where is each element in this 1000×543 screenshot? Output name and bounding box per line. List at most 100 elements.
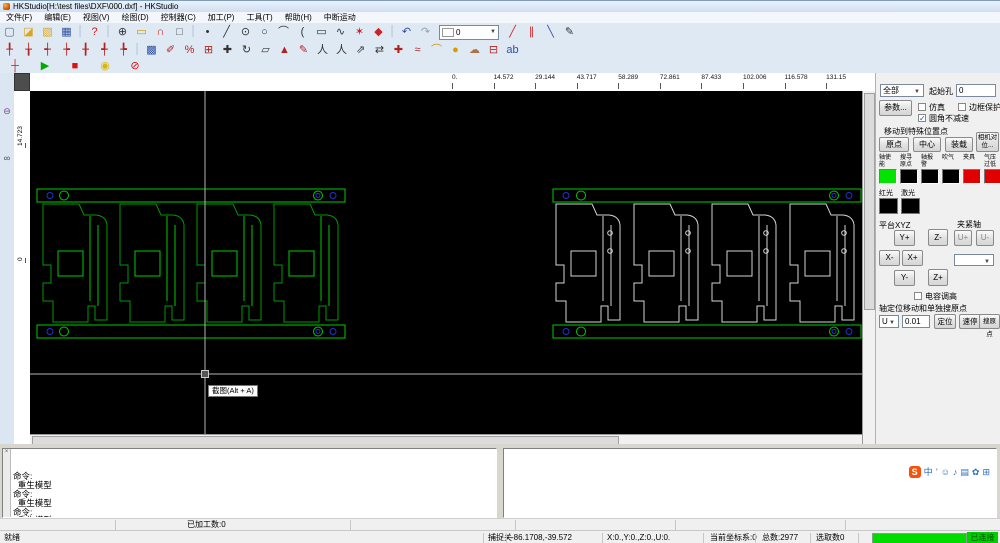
disable-icon[interactable]: ⊘ [124,59,146,73]
measure-icon[interactable]: ▭ [133,25,150,39]
edit-pen-icon[interactable]: ✎ [295,43,312,57]
axis-step-input[interactable] [902,315,930,328]
skew-icon[interactable]: ⇗ [352,43,369,57]
draw-line-icon[interactable]: ╱ [218,25,235,39]
lead-1-icon[interactable]: ╀ [1,43,18,57]
load-button[interactable]: 装载 [945,137,973,152]
draw-rect-icon[interactable]: ▭ [313,25,330,39]
draw-circle-icon[interactable]: ○ [256,25,273,39]
redo-icon[interactable]: ↷ [417,25,434,39]
draw-arc-icon[interactable]: ⌒ [275,25,292,39]
draw-star-icon[interactable]: ✶ [351,25,368,39]
jog-z-minus-button[interactable]: Z- [928,229,948,246]
axis-select-combo[interactable]: U ▼ [879,315,899,328]
center-button[interactable]: 中心 [913,137,941,152]
lead-5-icon[interactable]: ╂ [77,43,94,57]
fill-circle-icon[interactable]: ● [447,43,464,57]
link-tool-icon[interactable]: ∞ [0,153,14,163]
sogou-logo-icon[interactable]: S [908,466,921,478]
menu-item[interactable]: 视图(V) [77,12,116,23]
stop-icon[interactable]: ■ [64,59,86,73]
jog-x-plus-button[interactable]: X+ [902,250,923,266]
clamp-axis-combo[interactable]: ▼ [954,254,994,266]
mark-line-icon[interactable]: ╱ [504,25,521,39]
mark-lines-icon[interactable]: ∥ [523,25,540,39]
command-log[interactable]: × 命令: 重生模型命令: 重生模型命令: 重生模型命令: 重生模型命令: | [2,448,497,518]
arc-fit-icon[interactable]: ⌒ [428,43,445,57]
home-axis-button[interactable]: 搜原点 [979,314,1000,338]
open-folder-icon[interactable]: ◪ [20,25,37,39]
mirror-icon[interactable]: ▱ [257,43,274,57]
text-tool-icon[interactable]: ab [504,43,521,57]
menu-item[interactable]: 工具(T) [240,12,278,23]
brush-icon[interactable]: ✐ [162,43,179,57]
flip-icon[interactable]: ⇄ [371,43,388,57]
start-icon[interactable]: ▶ [34,59,56,73]
drawing-canvas[interactable]: 截图(Alt + A) [30,91,862,434]
new-file-icon[interactable]: ▢ [1,25,18,39]
draw-point-icon[interactable]: • [199,25,216,39]
help-icon[interactable]: ? [86,25,103,39]
capacitor-checkbox[interactable] [914,292,922,300]
open-append-icon[interactable]: ▧ [39,25,56,39]
layer-color-combo[interactable]: 0 ▼ [439,24,499,40]
jog-y-minus-button[interactable]: Y- [894,270,915,286]
corner-slow-checkbox[interactable]: ✓ [918,114,926,123]
border-protect-checkbox[interactable] [958,103,966,111]
jog-u-plus-button[interactable]: U+ [954,230,972,246]
erase-icon[interactable]: ◆ [370,25,387,39]
jog-y-plus-button[interactable]: Y+ [894,230,915,246]
output-panel[interactable]: S 中’ ☺ ♪ ▤ ✿ ⊞ [503,448,997,518]
grid-cut-icon[interactable]: ⊟ [485,43,502,57]
curve-tool-icon[interactable]: ∩ [152,25,169,39]
start-hole-input[interactable] [956,84,996,97]
zoom-extents-icon[interactable]: ⊕ [114,25,131,39]
warning-mirror-icon[interactable]: ▲ [276,43,293,57]
undo-icon[interactable]: ↶ [398,25,415,39]
mark-line-blue-icon[interactable]: ╲ [542,25,559,39]
move-icon[interactable]: ✚ [219,43,236,57]
menu-item[interactable]: 加工(P) [202,12,241,23]
pause-alarm-icon[interactable]: ◉ [94,59,116,73]
set-origin-icon[interactable]: ┼ [4,59,26,73]
rotate-icon[interactable]: ↻ [238,43,255,57]
lead-2-icon[interactable]: ╁ [20,43,37,57]
menu-item[interactable]: 帮助(H) [279,12,318,23]
menu-item[interactable]: 绘图(D) [116,12,155,23]
keyboard-icon[interactable]: ▤ [960,466,969,478]
save-icon[interactable]: ▦ [58,25,75,39]
scale-percent-icon[interactable]: % [181,43,198,57]
draw-circle-center-icon[interactable]: ⊙ [237,25,254,39]
draw-polyline-icon[interactable]: ∿ [332,25,349,39]
simulate-checkbox[interactable] [918,103,926,111]
skin-icon[interactable]: ✿ [972,466,980,478]
jog-u-minus-button[interactable]: U- [976,230,994,246]
voice-icon[interactable]: ♪ [953,466,958,478]
params-button[interactable]: 参数... [879,100,912,116]
node-edit-2-icon[interactable]: 人 [333,43,350,57]
camera-align-button[interactable]: 相机对 位... [976,132,999,152]
array-grid-icon[interactable]: ⊞ [200,43,217,57]
locate-button[interactable]: 定位 [934,314,956,329]
emoji-icon[interactable]: ☺ [941,466,950,478]
menu-item[interactable]: 中断运动 [318,12,362,23]
vertical-scrollbar[interactable] [862,91,876,444]
lead-6-icon[interactable]: ╃ [96,43,113,57]
origin-button[interactable]: 原点 [879,137,909,152]
cloud-icon[interactable]: ☁ [466,43,483,57]
node-edit-1-icon[interactable]: 人 [314,43,331,57]
punctuation-icon[interactable]: ’ [936,466,938,478]
select-box-icon[interactable]: □ [171,25,188,39]
layer-map-icon[interactable]: ▩ [143,43,160,57]
menu-item[interactable]: 文件(F) [0,12,38,23]
lead-3-icon[interactable]: ┽ [39,43,56,57]
jog-z-plus-button[interactable]: Z+ [928,269,948,286]
draw-arc-3pt-icon[interactable]: ( [294,25,311,39]
toolbox-icon[interactable]: ⊞ [982,466,990,478]
quick-stop-button[interactable]: 速停 [959,314,981,329]
cn-en-icon[interactable]: 中 [924,466,933,478]
scope-combo[interactable]: 全部 ▼ [880,84,924,97]
lead-7-icon[interactable]: ╄ [115,43,132,57]
vertical-scrollbar-thumb[interactable] [864,93,875,310]
center-snap-icon[interactable]: ✚ [390,43,407,57]
